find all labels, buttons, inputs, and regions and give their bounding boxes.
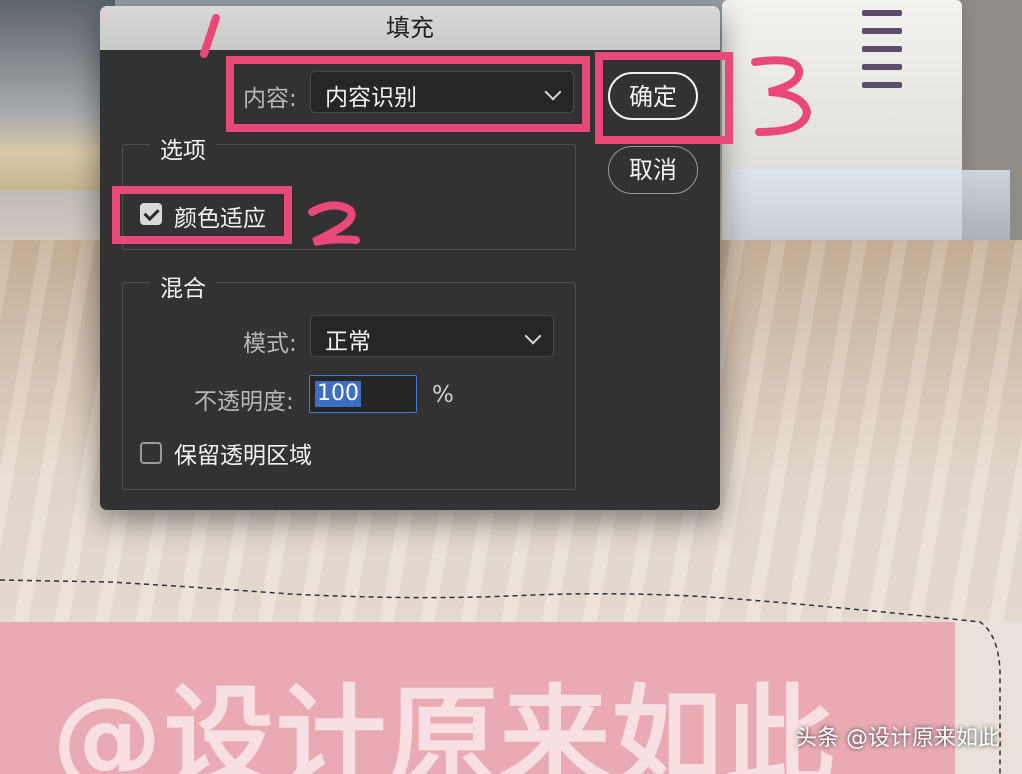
- chevron-down-icon: [524, 327, 542, 345]
- blend-title: 混合: [150, 269, 216, 303]
- preserve-transparency-checkbox[interactable]: [140, 442, 162, 464]
- annotation-number-2: [308, 201, 360, 246]
- annotation-box-ok: [595, 52, 733, 144]
- annotation-box-content: [226, 56, 590, 132]
- phone-object: [0, 0, 115, 190]
- annotation-number-3: [751, 56, 812, 136]
- cancel-button[interactable]: 取消: [608, 146, 698, 194]
- annotation-number-1: [200, 14, 220, 58]
- mode-label: 模式:: [243, 331, 297, 357]
- opacity-input[interactable]: 100: [309, 375, 417, 413]
- acrylic-tray: [730, 170, 1010, 250]
- opacity-label: 不透明度:: [194, 389, 294, 415]
- preserve-transparency-label: 保留透明区域: [174, 443, 312, 469]
- annotation-box-color-adapt: [112, 186, 292, 244]
- options-title: 选项: [150, 131, 216, 165]
- mode-select[interactable]: 正常: [310, 315, 554, 357]
- watermark: 头条 @设计原来如此: [795, 726, 1000, 751]
- mode-select-value: 正常: [325, 329, 371, 355]
- opacity-unit: %: [432, 382, 454, 408]
- opacity-value: 100: [315, 381, 361, 407]
